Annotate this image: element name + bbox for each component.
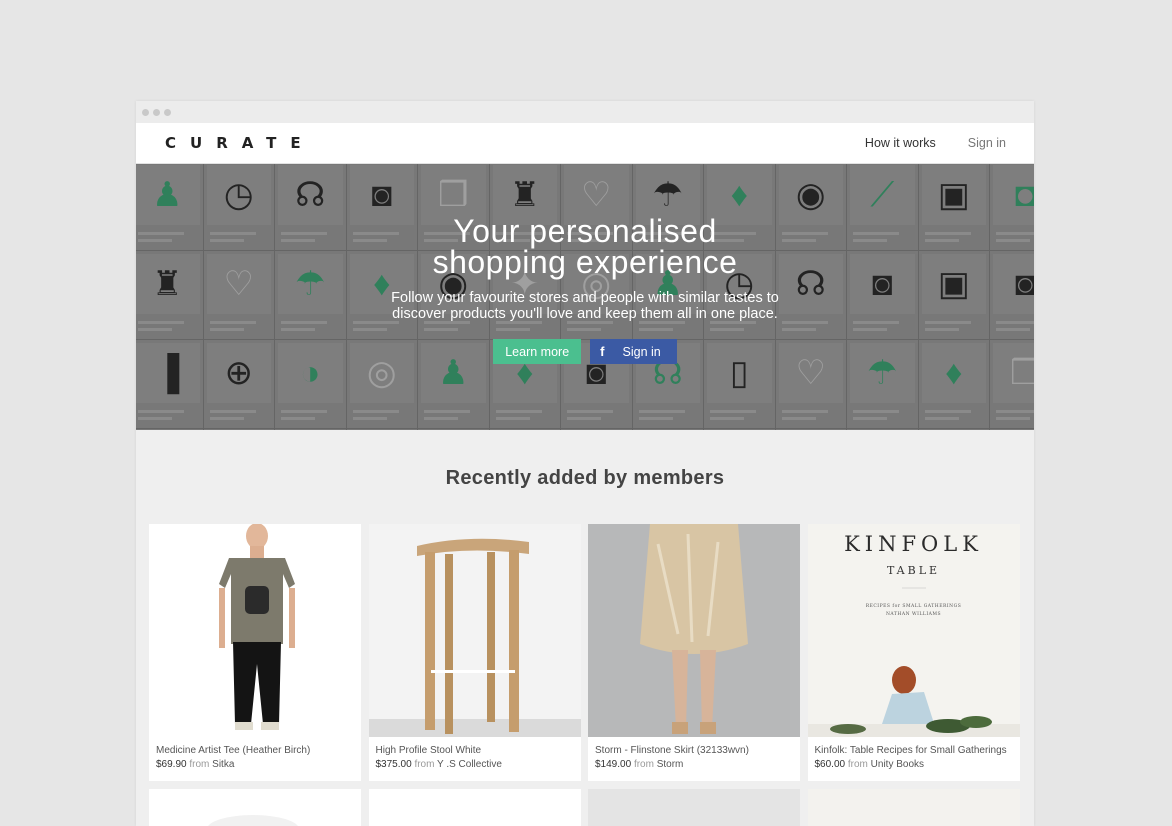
hero-title-line: Your personalised xyxy=(453,213,717,249)
product-info: Kinfolk: Table Recipes for Small Gatheri… xyxy=(808,737,1020,772)
top-nav: CURATE How it works Sign in xyxy=(136,123,1034,164)
product-card[interactable]: KINFOLK TABLE RECIPES for SMALL GATHERIN… xyxy=(807,524,1020,781)
facebook-sign-in-label: Sign in xyxy=(622,344,661,359)
facebook-icon: f xyxy=(600,344,605,359)
product-grid-row-2 xyxy=(149,789,1020,826)
product-image-kinfolk-book[interactable]: KINFOLK TABLE RECIPES for SMALL GATHERIN… xyxy=(807,524,1020,737)
product-name[interactable]: Kinfolk: Table Recipes for Small Gatheri… xyxy=(815,744,1013,758)
hero-title: Your personalised shopping experience xyxy=(136,213,1034,280)
hero-content: Your personalised shopping experience Fo… xyxy=(136,213,1034,364)
hero-banner: ♟◷☊◙❒♜♡☂♦◉⟋▣◘♜♡☂♦◉✦◎♟◷☊◙▣◙▐⊕◑◎♟♦◙☊▯♡☂♦❒▤… xyxy=(136,164,1034,430)
product-price-line: $375.00 from Y .S Collective xyxy=(376,758,574,772)
hero-subtitle-line: discover products you'll love and keep t… xyxy=(392,306,778,322)
hero-subtitle: Follow your favourite stores and people … xyxy=(136,290,1034,322)
product-price-line: $69.90 from Sitka xyxy=(156,758,354,772)
product-card[interactable] xyxy=(588,789,800,826)
hero-subtitle-line: Follow your favourite stores and people … xyxy=(391,290,779,306)
hero-title-line: shopping experience xyxy=(432,244,738,280)
sign-in-link[interactable]: Sign in xyxy=(968,136,1006,150)
product-price: $60.00 xyxy=(814,759,846,770)
product-card[interactable] xyxy=(149,789,361,826)
product-info: High Profile Stool White $375.00 from Y … xyxy=(369,737,581,772)
how-it-works-link[interactable]: How it works xyxy=(865,136,936,150)
window-dot xyxy=(153,108,160,116)
product-card[interactable] xyxy=(807,789,1020,826)
window-chrome xyxy=(136,101,1034,123)
curate-logo[interactable]: CURATE xyxy=(165,134,315,152)
product-store[interactable]: Storm xyxy=(657,759,684,770)
product-price-line: $60.00 from Unity Books xyxy=(815,758,1013,772)
product-from-label: from xyxy=(414,759,435,770)
hero-buttons: Learn more f Sign in xyxy=(136,339,1034,364)
product-store[interactable]: Y .S Collective xyxy=(437,759,502,770)
product-from-label: from xyxy=(633,759,654,770)
product-store[interactable]: Unity Books xyxy=(871,759,924,770)
product-card[interactable] xyxy=(368,789,581,826)
window-dot xyxy=(164,108,171,116)
product-store[interactable]: Sitka xyxy=(212,759,234,770)
window-dot xyxy=(142,108,149,116)
product-from-label: from xyxy=(847,759,868,770)
product-price: $375.00 xyxy=(375,759,412,770)
learn-more-button[interactable]: Learn more xyxy=(493,339,582,364)
product-card[interactable]: Storm - Flinstone Skirt (32133wvn) $149.… xyxy=(588,524,800,781)
facebook-sign-in-button[interactable]: f Sign in xyxy=(590,339,677,364)
product-name[interactable]: High Profile Stool White xyxy=(376,744,574,758)
nav-links: How it works Sign in xyxy=(865,136,1006,150)
product-grid: Medicine Artist Tee (Heather Birch) $69.… xyxy=(149,524,1020,781)
product-image-stool[interactable] xyxy=(368,524,581,737)
product-name[interactable]: Storm - Flinstone Skirt (32133wvn) xyxy=(595,744,793,758)
recently-added-heading: Recently added by members xyxy=(445,467,725,489)
product-info: Medicine Artist Tee (Heather Birch) $69.… xyxy=(149,737,361,772)
product-price: $69.90 xyxy=(156,759,187,770)
product-name[interactable]: Medicine Artist Tee (Heather Birch) xyxy=(156,744,354,758)
product-info: Storm - Flinstone Skirt (32133wvn) $149.… xyxy=(588,737,800,772)
product-image-tshirt[interactable] xyxy=(149,524,361,737)
product-card[interactable]: High Profile Stool White $375.00 from Y … xyxy=(368,524,581,781)
product-price-line: $149.00 from Storm xyxy=(595,758,793,772)
product-from-label: from xyxy=(189,759,210,770)
browser-window: CURATE How it works Sign in ♟ ◷ ☊ ◙ ❒ ♜ ♡ ☂ ♦ ◉ ⟋ ▣… xyxy=(136,101,1034,826)
product-card[interactable]: Medicine Artist Tee (Heather Birch) $69.… xyxy=(149,524,361,781)
product-price: $149.00 xyxy=(595,759,632,770)
product-image-skirt[interactable] xyxy=(588,524,800,737)
